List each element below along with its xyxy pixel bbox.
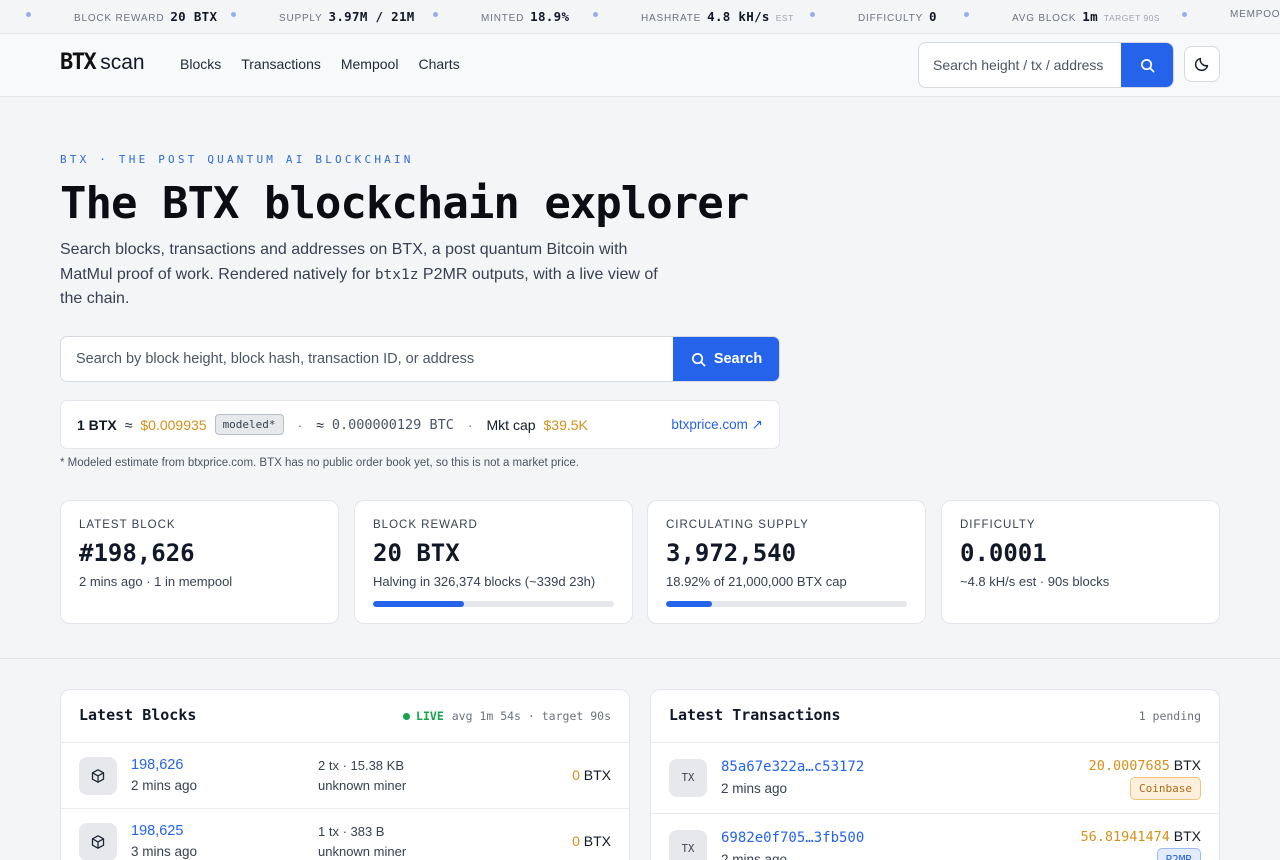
search-icon [691,352,706,366]
mktcap-label: Mkt cap [486,416,536,433]
block-miner: unknown miner [318,777,407,793]
nav-mempool[interactable]: Mempool [341,56,399,72]
main-search: Search [60,336,780,382]
stat-card-circulating-supply: CIRCULATING SUPPLY 3,972,540 18.92% of 2… [647,500,926,624]
panel-header: Latest Transactions 1 pending [651,690,1219,743]
mktcap-value: $39.5K [543,416,588,433]
price-usd: $0.009935 [140,416,207,433]
ticker-item-avg-block: AVG BLOCK 1m TARGET 90S [1012,9,1161,24]
block-height-link[interactable]: 198,626 [131,757,183,773]
cube-icon [79,757,117,795]
ticker-item-minted: MINTED 18.9% [481,9,570,24]
search-icon [1140,58,1154,72]
theme-toggle-button[interactable] [1184,46,1220,82]
live-dot-icon [403,712,411,720]
supply-progress-bar [666,601,907,607]
ticker-dot [810,12,815,17]
pending-count: 1 pending [1138,709,1201,723]
logo-word: scan [100,51,145,74]
site-header: BTX scan Blocks Transactions Mempool Cha… [0,34,1280,97]
ticker-item-difficulty: DIFFICULTY 0 [858,9,937,24]
section-divider [0,658,1280,659]
ticker-item-supply: SUPPLY 3.97M / 21M [279,9,415,24]
hero-eyebrow: BTX · THE POST QUANTUM AI BLOCKCHAIN [60,153,414,166]
tx-time: 2 mins ago [721,781,788,796]
tx-hash-link[interactable]: 6982e0f705…3fb500 [721,830,864,846]
main-search-button[interactable]: Search [673,337,779,381]
block-miner: unknown miner [318,843,407,859]
block-tx-size: 2 tx · 15.38 KB [318,758,404,773]
block-reward-amount: 0 BTX [572,767,611,783]
cube-icon [79,823,117,860]
page-title: The BTX blockchain explorer [60,178,749,229]
tx-icon: TX [669,759,707,797]
ticker-item-hashrate: HASHRATE 4.8 kH/s EST [641,9,794,24]
price-btc: 0.000000129 BTC [331,416,454,433]
price-unit: 1 BTX [77,416,117,433]
stats-ticker: BLOCK REWARD 20 BTX SUPPLY 3.97M / 21M MIN… [0,0,1280,34]
ticker-dot [26,12,31,17]
panel-header: Latest Blocks LIVE avg 1m 54s · target 9… [61,690,629,743]
stat-card-latest-block[interactable]: LATEST BLOCK #198,626 2 mins ago · 1 in … [60,500,339,624]
ticker-dot [964,12,969,17]
price-bar: 1 BTX ≈ $0.009935 modeled* · ≈ 0.0000001… [60,400,780,449]
block-reward-amount: 0 BTX [572,833,611,849]
nav-transactions[interactable]: Transactions [241,56,321,72]
panel-title: Latest Transactions [669,706,841,724]
tx-amount: 20.0007685 BTX [1088,757,1201,774]
tx-time: 2 mins ago [721,852,788,860]
main-search-input[interactable] [61,337,673,381]
block-time: 3 mins ago [131,844,198,859]
tx-row[interactable]: TX 85a67e322a…c53172 2 mins ago 20.00076… [651,743,1219,814]
panel-title: Latest Blocks [79,706,197,724]
tx-icon: TX [669,830,707,860]
block-tx-size: 1 tx · 383 B [318,824,385,839]
nav-charts[interactable]: Charts [418,56,459,72]
stat-card-difficulty: DIFFICULTY 0.0001 ~4.8 kH/s est · 90s bl… [941,500,1220,624]
halving-progress-bar [373,601,614,607]
address-prefix: btx1z [374,266,419,283]
btxprice-link[interactable]: btxprice.com ↗ [671,417,763,433]
block-row[interactable]: 198,625 3 mins ago 1 tx · 383 B unknown … [61,809,629,860]
block-time: 2 mins ago [131,778,198,793]
stat-card-block-reward: BLOCK REWARD 20 BTX Halving in 326,374 b… [354,500,633,624]
main-nav: Blocks Transactions Mempool Charts [180,56,460,72]
moon-icon [1194,57,1209,72]
hero-description: Search blocks, transactions and addresse… [60,241,658,307]
ticker-dot [593,12,598,17]
ticker-item-block-reward: BLOCK REWARD 20 BTX [74,9,218,24]
coinbase-badge: Coinbase [1130,777,1201,800]
tx-row[interactable]: TX 6982e0f705…3fb500 2 mins ago 56.81941… [651,814,1219,860]
header-search-input[interactable] [919,43,1122,87]
header-search-button[interactable] [1121,43,1173,87]
tx-amount: 56.81941474 BTX [1080,828,1201,845]
nav-blocks[interactable]: Blocks [180,56,221,72]
header-search [918,42,1174,88]
latest-blocks-panel: Latest Blocks LIVE avg 1m 54s · target 9… [60,689,630,860]
modeled-badge: modeled* [214,414,284,435]
p2mr-badge: P2MR [1156,848,1201,860]
live-indicator: LIVE [403,709,444,723]
block-height-link[interactable]: 198,625 [131,823,183,839]
site-logo[interactable]: BTX scan [60,50,145,75]
ticker-dot [433,12,438,17]
block-row[interactable]: 198,626 2 mins ago 2 tx · 15.38 KB unkno… [61,743,629,809]
ticker-dot [231,12,236,17]
tx-hash-link[interactable]: 85a67e322a…c53172 [721,759,864,775]
ticker-dot [1182,12,1187,17]
logo-mark: BTX [60,50,97,75]
block-timing-meta: avg 1m 54s · target 90s [451,709,611,723]
latest-transactions-panel: Latest Transactions 1 pending TX 85a67e3… [650,689,1220,860]
ticker-item-mempool: MEMPOOL [1230,9,1280,20]
price-footnote: * Modeled estimate from btxprice.com. BT… [60,457,580,469]
